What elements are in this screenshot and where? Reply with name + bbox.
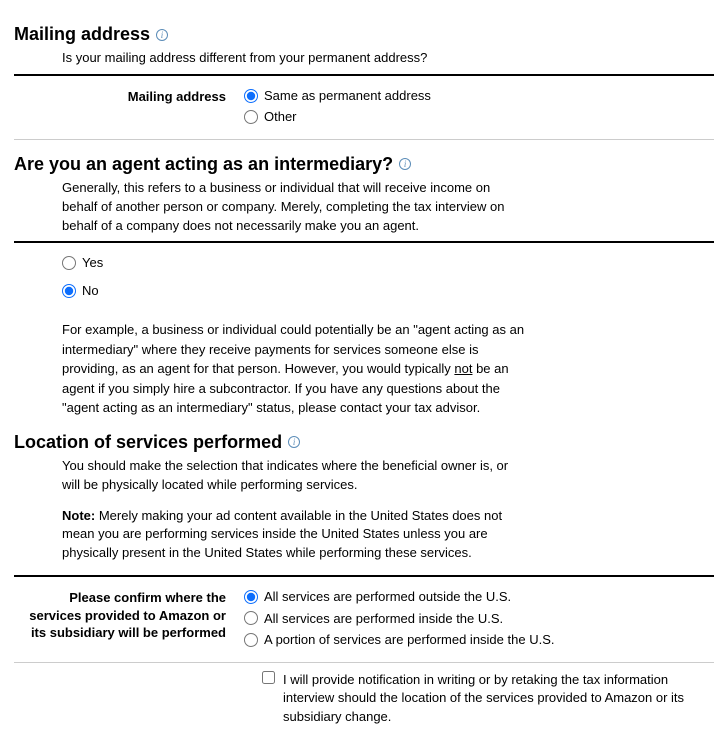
radio-inside-us[interactable]: All services are performed inside the U.… bbox=[244, 609, 714, 629]
radio-no-input[interactable] bbox=[62, 284, 76, 298]
location-description: You should make the selection that indic… bbox=[62, 457, 522, 563]
radio-inside-input[interactable] bbox=[244, 611, 258, 625]
location-desc1: You should make the selection that indic… bbox=[62, 457, 522, 495]
mailing-address-label: Mailing address bbox=[14, 86, 244, 106]
radio-other-label: Other bbox=[264, 107, 297, 127]
intermediary-description: Generally, this refers to a business or … bbox=[62, 179, 522, 236]
intermediary-example: For example, a business or individual co… bbox=[14, 320, 534, 418]
info-icon[interactable]: i bbox=[156, 29, 168, 41]
radio-outside-input[interactable] bbox=[244, 590, 258, 604]
radio-other-input[interactable] bbox=[244, 110, 258, 124]
location-field-label: Please confirm where the services provid… bbox=[14, 587, 244, 642]
radio-no[interactable]: No bbox=[62, 281, 714, 301]
radio-portion-input[interactable] bbox=[244, 633, 258, 647]
divider bbox=[14, 241, 714, 243]
radio-no-label: No bbox=[82, 281, 99, 301]
divider bbox=[14, 662, 714, 663]
location-note: Note: Merely making your ad content avai… bbox=[62, 507, 522, 564]
intermediary-options: Yes No bbox=[14, 253, 714, 300]
radio-same-label: Same as permanent address bbox=[264, 86, 431, 106]
location-heading-text: Location of services performed bbox=[14, 432, 282, 453]
notification-checkbox-row[interactable]: I will provide notification in writing o… bbox=[14, 671, 714, 728]
location-options: All services are performed outside the U… bbox=[244, 587, 714, 652]
radio-yes[interactable]: Yes bbox=[62, 253, 714, 273]
location-desc2: Merely making your ad content available … bbox=[62, 508, 502, 561]
notification-checkbox[interactable] bbox=[262, 671, 275, 684]
mailing-address-field: Mailing address Same as permanent addres… bbox=[14, 86, 714, 129]
divider bbox=[14, 575, 714, 577]
radio-same-as-permanent[interactable]: Same as permanent address bbox=[244, 86, 714, 106]
intermediary-heading-text: Are you an agent acting as an intermedia… bbox=[14, 154, 393, 175]
radio-inside-label: All services are performed inside the U.… bbox=[264, 609, 503, 629]
location-field: Please confirm where the services provid… bbox=[14, 587, 714, 652]
note-label: Note: bbox=[62, 508, 95, 523]
divider bbox=[14, 139, 714, 140]
notification-checkbox-label: I will provide notification in writing o… bbox=[283, 671, 714, 728]
radio-yes-input[interactable] bbox=[62, 256, 76, 270]
radio-other[interactable]: Other bbox=[244, 107, 714, 127]
info-icon[interactable]: i bbox=[399, 158, 411, 170]
mailing-address-heading: Mailing address i bbox=[14, 24, 714, 45]
radio-portion-us[interactable]: A portion of services are performed insi… bbox=[244, 630, 714, 650]
mailing-address-options: Same as permanent address Other bbox=[244, 86, 714, 129]
radio-outside-us[interactable]: All services are performed outside the U… bbox=[244, 587, 714, 607]
radio-outside-label: All services are performed outside the U… bbox=[264, 587, 511, 607]
radio-portion-label: A portion of services are performed insi… bbox=[264, 630, 554, 650]
divider bbox=[14, 74, 714, 76]
info-icon[interactable]: i bbox=[288, 436, 300, 448]
example-not: not bbox=[454, 361, 472, 376]
location-heading: Location of services performed i bbox=[14, 432, 714, 453]
mailing-address-heading-text: Mailing address bbox=[14, 24, 150, 45]
radio-same-input[interactable] bbox=[244, 89, 258, 103]
radio-yes-label: Yes bbox=[82, 253, 103, 273]
mailing-address-description: Is your mailing address different from y… bbox=[62, 49, 522, 68]
intermediary-heading: Are you an agent acting as an intermedia… bbox=[14, 154, 714, 175]
